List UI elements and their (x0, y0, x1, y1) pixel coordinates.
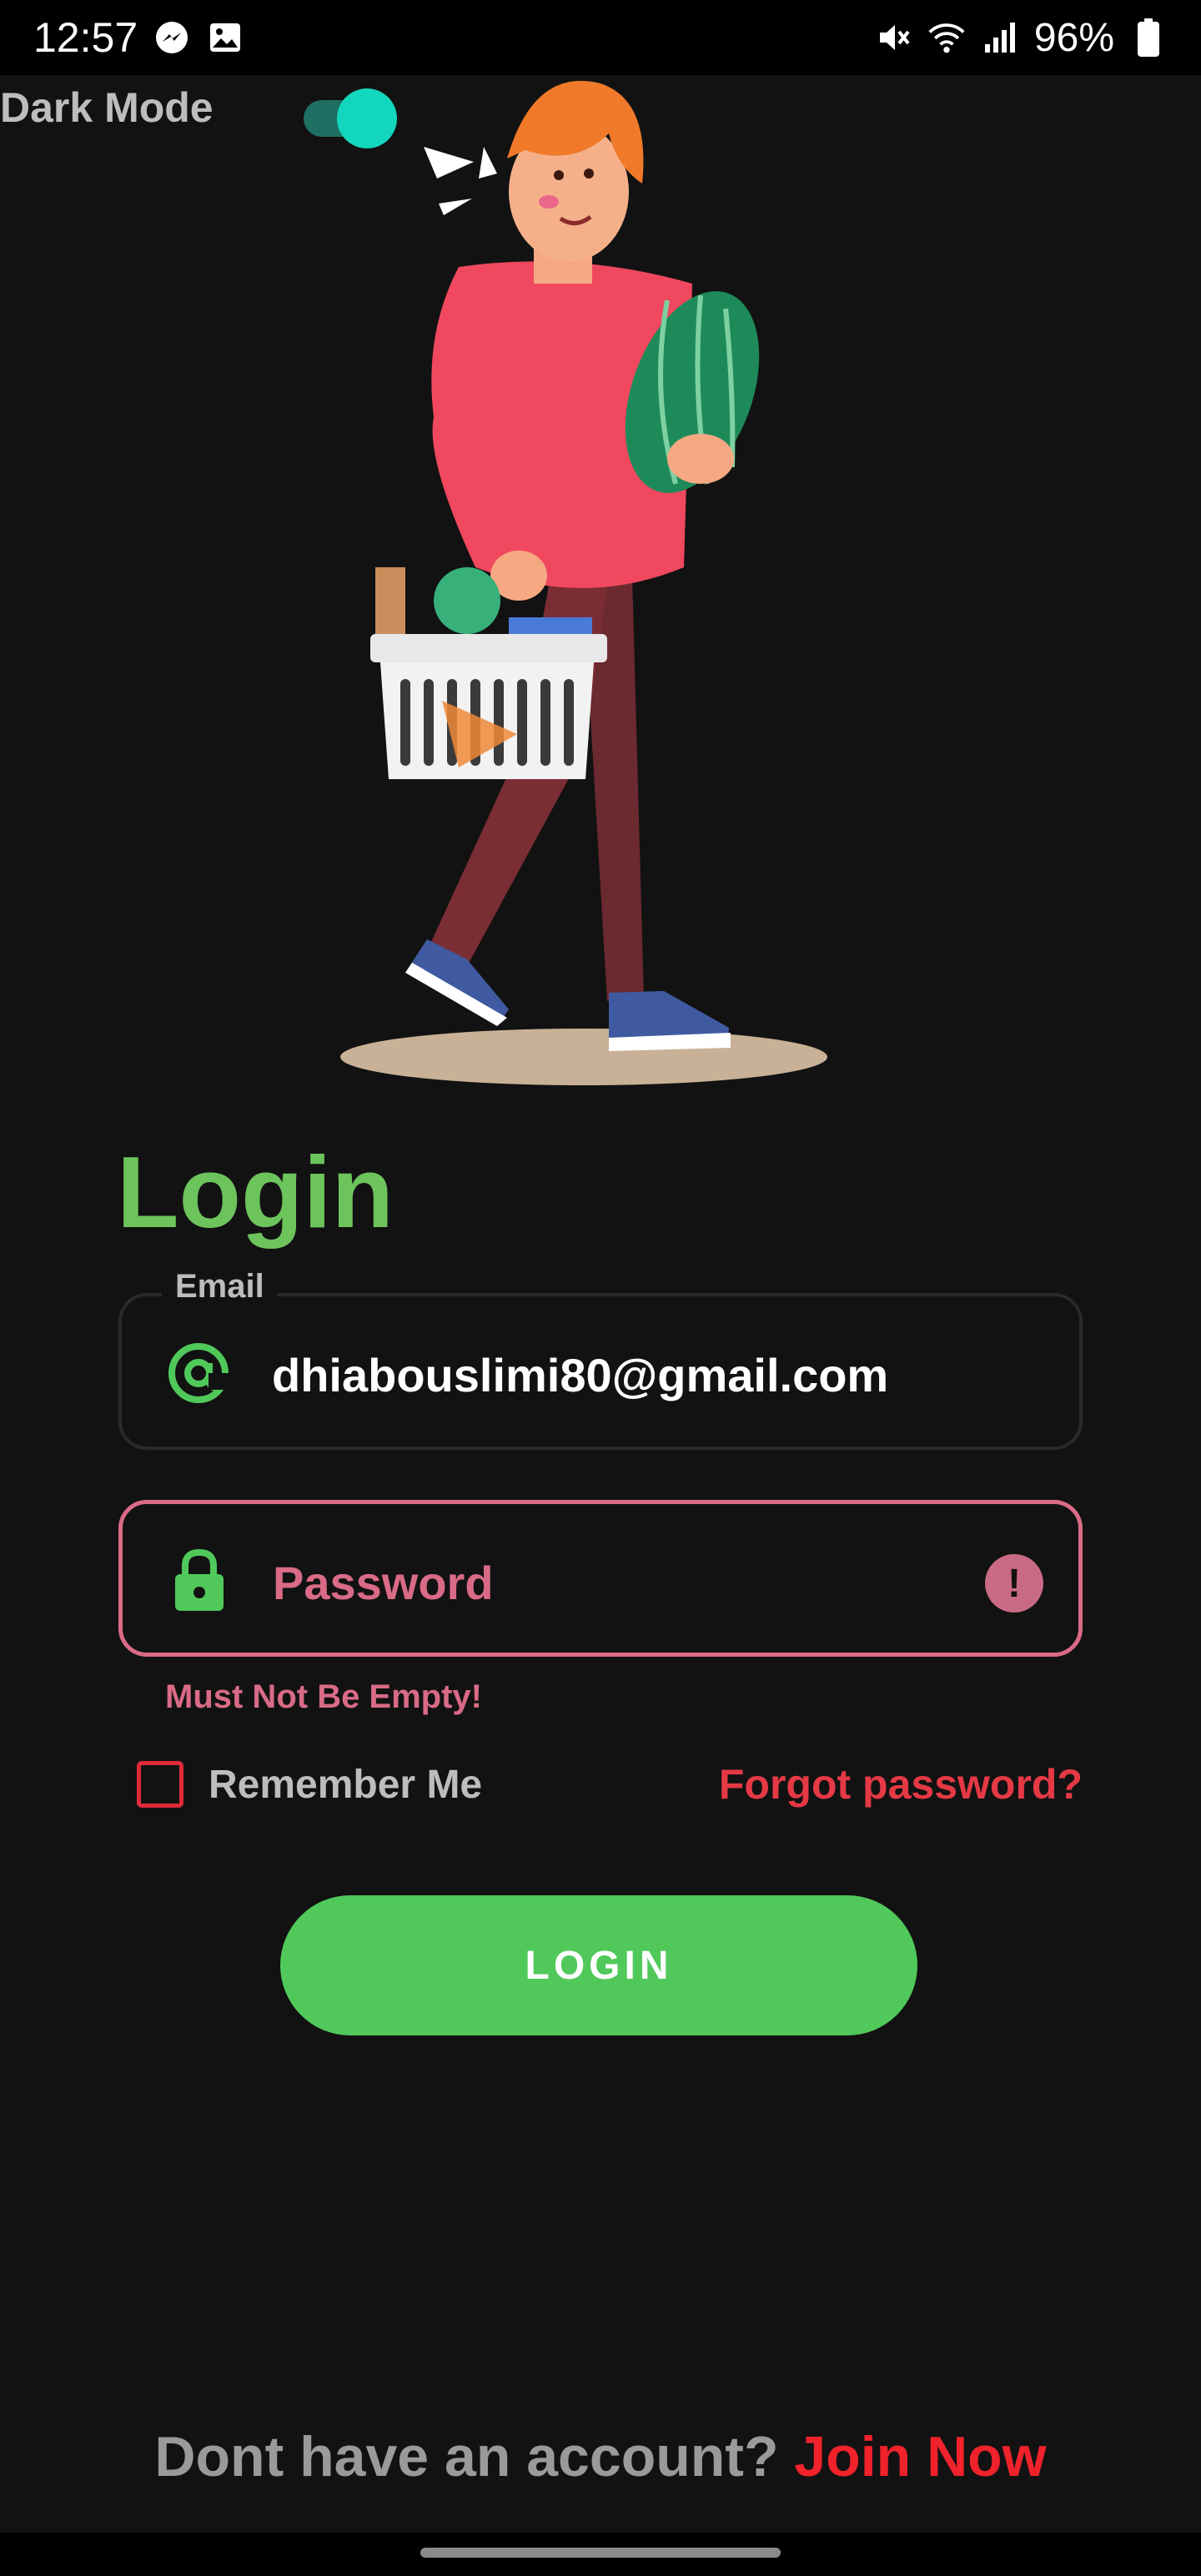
mute-icon (874, 18, 912, 57)
system-nav-bar (0, 2533, 1201, 2576)
signup-prompt: Dont have an account? (154, 2425, 795, 2488)
remember-me-checkbox[interactable] (137, 1761, 183, 1808)
at-icon (158, 1333, 239, 1413)
remember-me-row[interactable]: Remember Me (137, 1755, 482, 1814)
status-right: 96% (874, 15, 1168, 61)
email-field[interactable]: Email dhiabouslimi80@gmail.com (118, 1268, 1083, 1450)
join-now-link[interactable]: Join Now (794, 2425, 1046, 2488)
login-button[interactable]: LOGIN (280, 1895, 917, 2035)
password-placeholder: Password (273, 1557, 494, 1609)
home-indicator[interactable] (420, 2548, 781, 2558)
dark-mode-label: Dark Mode (0, 84, 214, 131)
page-title: Login (117, 1135, 394, 1249)
status-bar: 12:57 96% (0, 0, 1201, 75)
status-time: 12:57 (33, 14, 138, 61)
alert-icon: ! (985, 1554, 1043, 1613)
email-value: dhiabouslimi80@gmail.com (272, 1349, 889, 1401)
shopping-person-illustration (334, 67, 851, 1093)
email-label: Email (162, 1268, 278, 1306)
signup-row: Dont have an account? Join Now (0, 2424, 1201, 2489)
lock-icon (159, 1541, 239, 1621)
password-field[interactable]: Password ! (118, 1500, 1083, 1657)
forgot-password-link[interactable]: Forgot password? (719, 1760, 1083, 1809)
battery-icon (1129, 18, 1168, 57)
status-left: 12:57 (33, 13, 244, 62)
wifi-icon (927, 18, 966, 57)
gallery-icon (206, 18, 244, 57)
remember-me-label: Remember Me (209, 1762, 483, 1807)
signal-icon (981, 18, 1019, 57)
battery-percent: 96% (1033, 15, 1114, 60)
password-error-message: Must Not Be Empty! (165, 1678, 482, 1715)
messenger-icon (153, 18, 191, 57)
